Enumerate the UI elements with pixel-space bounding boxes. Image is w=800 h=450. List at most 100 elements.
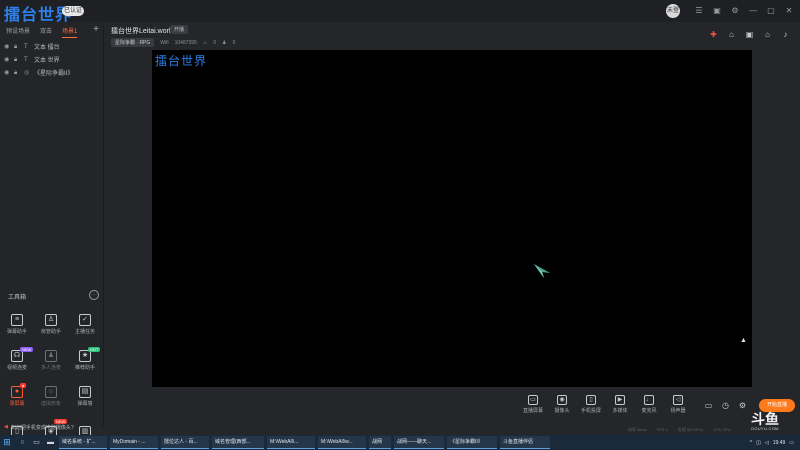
maximize-icon[interactable]: ▢	[766, 6, 776, 16]
mouse-cursor-icon: ▲	[740, 337, 747, 344]
taskbar-item[interactable]: 域名管理(西部...	[212, 436, 264, 449]
lock-icon[interactable]: ⌂	[727, 30, 736, 39]
fps-stat: FPS 0	[656, 427, 668, 432]
avatar[interactable]: 未登	[666, 4, 680, 18]
douyu-logo: 斗鱼	[751, 411, 779, 427]
clock[interactable]: 19:49	[773, 440, 786, 446]
media-icon: ▶	[615, 395, 625, 405]
gift-icon[interactable]: ✚	[709, 30, 718, 39]
title-bar: 擂台世界 已认证 未登 ☰ ▣ ⚙ — ▢ ✕	[0, 0, 800, 24]
douyu-watermark: 斗鱼 DOUYU.COM	[744, 412, 786, 431]
taskbar-item[interactable]: MyDomain - ...	[110, 436, 158, 449]
category-selector[interactable]: 星际争霸 · RPG	[111, 38, 155, 47]
source-label: 文本 世界	[34, 58, 60, 64]
taskbar-item[interactable]: 《星际争霸II》	[447, 436, 497, 449]
lock-icon[interactable]: 🔒︎	[14, 70, 20, 76]
tray-chevron-icon[interactable]: ^	[750, 440, 752, 446]
record-video-icon[interactable]: ▭	[704, 401, 713, 410]
folder-icon[interactable]: ▬	[45, 438, 56, 447]
bottom-bar: ▭ 直播屏幕 ◉ 摄像头 ▯ 手机投屏 ▶ 多媒体 ♩ 麦克风 ◁ 扬声器 ▭ …	[104, 387, 800, 432]
scene-tabs: 预设场景 双击 场景1	[6, 26, 78, 38]
taskbar-item[interactable]: 擂位达人 - 百...	[161, 436, 209, 449]
tool-anchor-task[interactable]: ✓ 主播任务	[68, 308, 102, 340]
settings-icon[interactable]: ⚙	[738, 401, 747, 410]
stream-preview[interactable]: 擂台世界	[152, 50, 752, 387]
taskbar-item[interactable]: 域名系统 - 扩...	[59, 436, 107, 449]
skin-icon[interactable]: ▣	[712, 6, 722, 16]
minimize-icon[interactable]: —	[748, 6, 758, 16]
screen-icon: ▭	[528, 395, 538, 405]
toolbox-more-icon[interactable]: ···	[89, 290, 99, 300]
tool-record-screen[interactable]: ● ● 录屏幕	[0, 380, 34, 412]
task-view-icon[interactable]: ▭	[31, 438, 42, 447]
danmu-wall-icon: ▤	[79, 385, 91, 398]
eye-icon[interactable]: ◉	[4, 44, 10, 50]
tip-text[interactable]: 如何把手机变成电脑摄像头?	[11, 424, 74, 431]
network-label: Wifi	[160, 39, 169, 46]
clock-icon[interactable]: ◷	[721, 401, 730, 410]
room-id: 10487395	[174, 39, 197, 46]
search-icon[interactable]: ○	[17, 438, 28, 447]
tool-avatar[interactable]: ☺ 虚拟形象	[34, 380, 68, 412]
microphone-button[interactable]: ♩ 麦克风	[638, 395, 660, 414]
tab-scene-1[interactable]: 场景1	[62, 26, 78, 38]
layout-icon[interactable]: ▣	[745, 30, 754, 39]
taskbar-item[interactable]: 战网	[369, 436, 391, 449]
tool-room-admin[interactable]: ♙ 房管助手	[34, 308, 68, 340]
source-item[interactable]: ◉ 🔒︎ T 文本 世界	[4, 53, 100, 66]
tab-double-click[interactable]: 双击	[40, 26, 52, 38]
record-badge: ●	[20, 383, 27, 388]
network-icon[interactable]: ◫	[756, 440, 761, 446]
source-list: ◉ 🔒︎ T 文本 擂台 ◉ 🔒︎ T 文本 世界 ◉ 🔒︎ ◎ 《星际争霸II…	[4, 40, 100, 79]
lock-icon[interactable]: 🔒︎	[14, 57, 20, 63]
tool-danmu-wall[interactable]: ▤ 弹幕墙	[68, 380, 102, 412]
taskbar-item[interactable]: 战网——聊天...	[394, 436, 444, 449]
taskbar-item[interactable]: M:\WebAll\w...	[318, 436, 366, 449]
room-meta: 星际争霸 · RPG Wifi 10487395 ♨ 0 ♟ 0	[111, 38, 235, 47]
brand-badge[interactable]: 已认证	[62, 6, 84, 16]
taskbar: ⊞ ○ ▭ ▬ 域名系统 - 扩... MyDomain - ... 擂位达人 …	[0, 435, 800, 450]
media-button[interactable]: ▶ 多媒体	[609, 395, 631, 414]
tool-video-connect[interactable]: NEW ☊ 视频连麦	[0, 344, 34, 376]
notification-icon[interactable]: ♪	[781, 30, 790, 39]
phone-cast-button[interactable]: ▯ 手机投屏	[580, 395, 602, 414]
source-item[interactable]: ◉ 🔒︎ ◎ 《星际争霸II》	[4, 66, 100, 79]
camera-button[interactable]: ◉ 摄像头	[551, 395, 573, 414]
taskbar-item[interactable]: 斗鱼直播伴侣	[500, 436, 550, 449]
tab-preset-scene[interactable]: 预设场景	[6, 26, 30, 38]
screen-capture-button[interactable]: ▭ 直播屏幕	[522, 395, 544, 414]
speaker-icon: ◁	[673, 395, 683, 405]
tool-danmu-helper[interactable]: ≡ 弹幕助手	[0, 308, 34, 340]
taskbar-item[interactable]: M:\WebAll\...	[267, 436, 315, 449]
viewer-count: 0	[232, 39, 236, 46]
lock-icon[interactable]: 🔒︎	[14, 44, 20, 50]
menu-icon[interactable]: ☰	[694, 6, 704, 16]
eye-icon[interactable]: ◉	[4, 70, 10, 76]
speaker-button[interactable]: ◁ 扬声器	[667, 395, 689, 414]
new-badge: NEW	[20, 347, 34, 352]
room-title[interactable]: 擂台世界Leitai.world	[111, 26, 174, 36]
fire-count: 0	[213, 39, 217, 46]
source-label: 文本 擂台	[34, 45, 60, 51]
game-capture-icon: ◎	[24, 69, 30, 76]
admin-icon: ♙	[45, 313, 57, 326]
add-scene-icon[interactable]: +	[93, 24, 99, 35]
close-icon[interactable]: ✕	[784, 6, 794, 16]
mic-icon: ♩	[644, 395, 654, 405]
eye-icon[interactable]: ◉	[4, 57, 10, 63]
source-item[interactable]: ◉ 🔒︎ T 文本 擂台	[4, 40, 100, 53]
tool-multi-connect[interactable]: ♟ 多人连麦	[34, 344, 68, 376]
sidebar: 预设场景 双击 场景1 + ◉ 🔒︎ T 文本 擂台 ◉ 🔒︎ T 文本 世界 …	[0, 22, 104, 438]
speaker-icon: ◀	[4, 424, 8, 430]
avatar-icon: ☺	[45, 385, 57, 398]
windows-start-icon[interactable]: ⊞	[0, 435, 14, 450]
settings-icon[interactable]: ⚙	[730, 6, 740, 16]
tool-recommend[interactable]: HOT ★ 推荐助手	[68, 344, 102, 376]
overlay-text[interactable]: 擂台世界	[155, 52, 207, 69]
right-controls: ▭ ◷ ⚙ 开始直播	[704, 399, 795, 412]
notification-center-icon[interactable]: ▭	[789, 440, 794, 446]
room-tag[interactable]: 开播	[170, 25, 189, 34]
volume-icon[interactable]: ◁	[765, 440, 769, 446]
tip-notice[interactable]: ◀ 如何把手机变成电脑摄像头?	[4, 424, 74, 431]
home-icon[interactable]: ⌂	[763, 30, 772, 39]
